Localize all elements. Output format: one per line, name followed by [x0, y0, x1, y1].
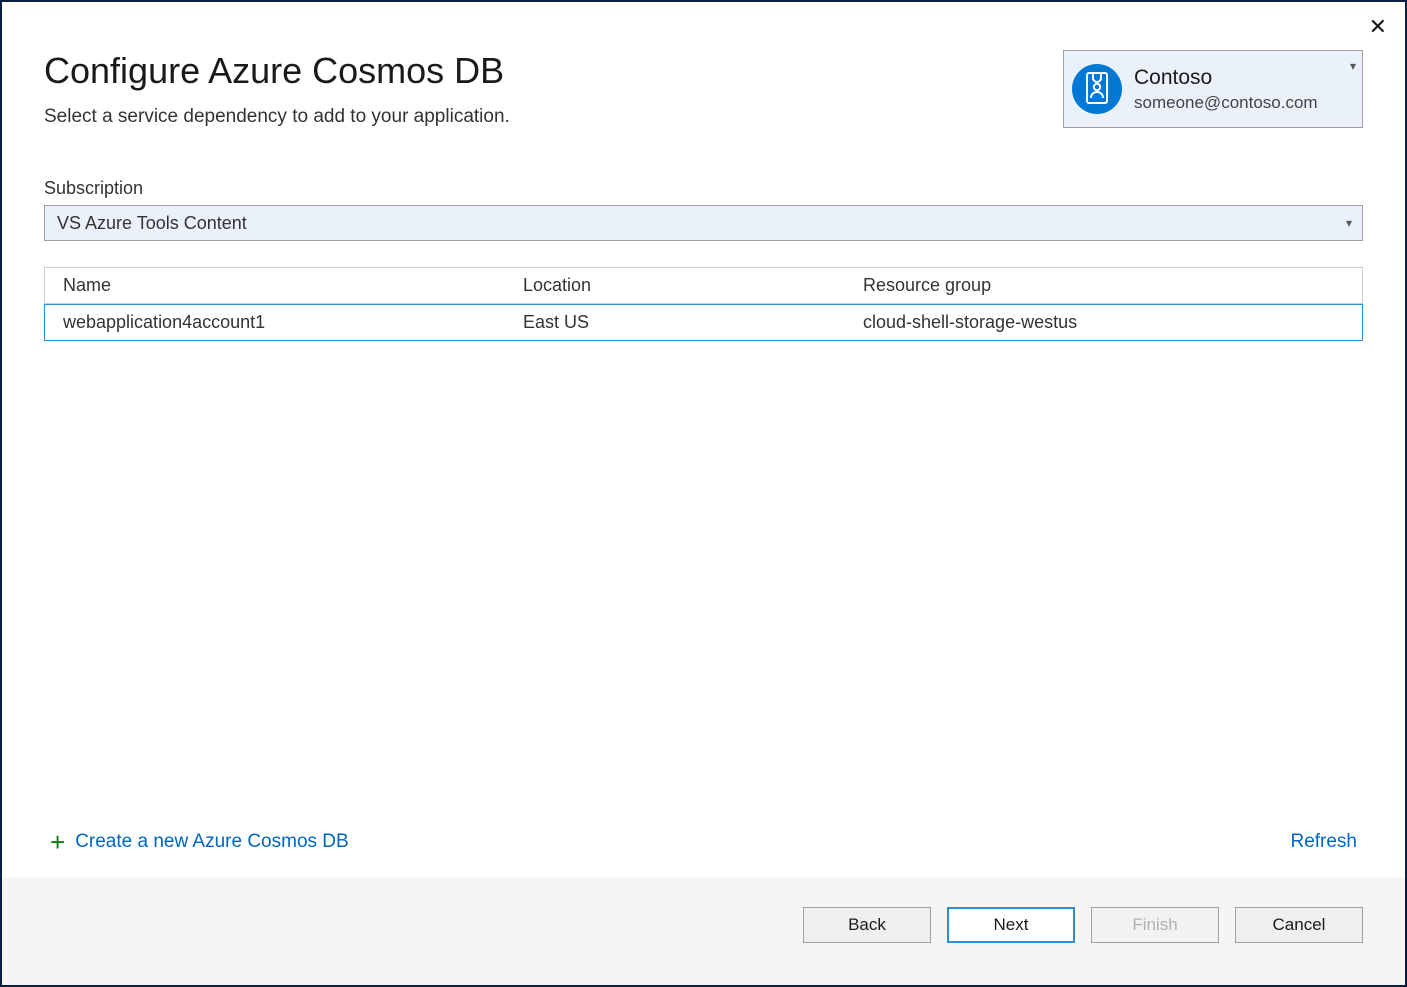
- subscription-label: Subscription: [44, 178, 1363, 199]
- close-button[interactable]: ✕: [1369, 16, 1387, 38]
- dialog-content: Configure Azure Cosmos DB Select a servi…: [2, 2, 1405, 877]
- table-header: Name Location Resource group: [44, 267, 1363, 304]
- column-header-location[interactable]: Location: [505, 268, 845, 303]
- account-picker[interactable]: Contoso someone@contoso.com ▾: [1063, 50, 1363, 128]
- column-header-resource-group[interactable]: Resource group: [845, 268, 1362, 303]
- cell-location: East US: [505, 305, 845, 340]
- cell-resource-group: cloud-shell-storage-westus: [845, 305, 1362, 340]
- account-email: someone@contoso.com: [1134, 92, 1318, 113]
- header-row: Configure Azure Cosmos DB Select a servi…: [44, 50, 1363, 128]
- page-subtitle: Select a service dependency to add to yo…: [44, 106, 1063, 128]
- table-row[interactable]: webapplication4account1 East US cloud-sh…: [44, 304, 1363, 341]
- page-title: Configure Azure Cosmos DB: [44, 50, 1063, 92]
- create-new-link[interactable]: + Create a new Azure Cosmos DB: [50, 829, 349, 855]
- bottom-links: + Create a new Azure Cosmos DB Refresh: [44, 811, 1363, 877]
- close-icon: ✕: [1369, 14, 1387, 39]
- subscription-selected: VS Azure Tools Content: [57, 213, 247, 234]
- account-name: Contoso: [1134, 65, 1318, 91]
- column-header-name[interactable]: Name: [45, 268, 505, 303]
- dialog-footer: Back Next Finish Cancel: [2, 877, 1405, 985]
- cell-name: webapplication4account1: [45, 305, 505, 340]
- dialog-window: ✕ Configure Azure Cosmos DB Select a ser…: [0, 0, 1407, 987]
- plus-icon: +: [50, 829, 65, 855]
- chevron-down-icon: ▾: [1350, 59, 1356, 73]
- account-text: Contoso someone@contoso.com: [1134, 65, 1318, 113]
- create-new-label: Create a new Azure Cosmos DB: [75, 831, 349, 853]
- title-block: Configure Azure Cosmos DB Select a servi…: [44, 50, 1063, 128]
- next-button[interactable]: Next: [947, 907, 1075, 943]
- account-badge-icon: [1072, 64, 1122, 114]
- refresh-link[interactable]: Refresh: [1290, 831, 1357, 853]
- finish-button: Finish: [1091, 907, 1219, 943]
- subscription-field: Subscription VS Azure Tools Content ▾: [44, 178, 1363, 241]
- resource-table: Name Location Resource group webapplicat…: [44, 267, 1363, 341]
- chevron-down-icon: ▾: [1346, 216, 1352, 230]
- cancel-button[interactable]: Cancel: [1235, 907, 1363, 943]
- back-button[interactable]: Back: [803, 907, 931, 943]
- subscription-dropdown[interactable]: VS Azure Tools Content ▾: [44, 205, 1363, 241]
